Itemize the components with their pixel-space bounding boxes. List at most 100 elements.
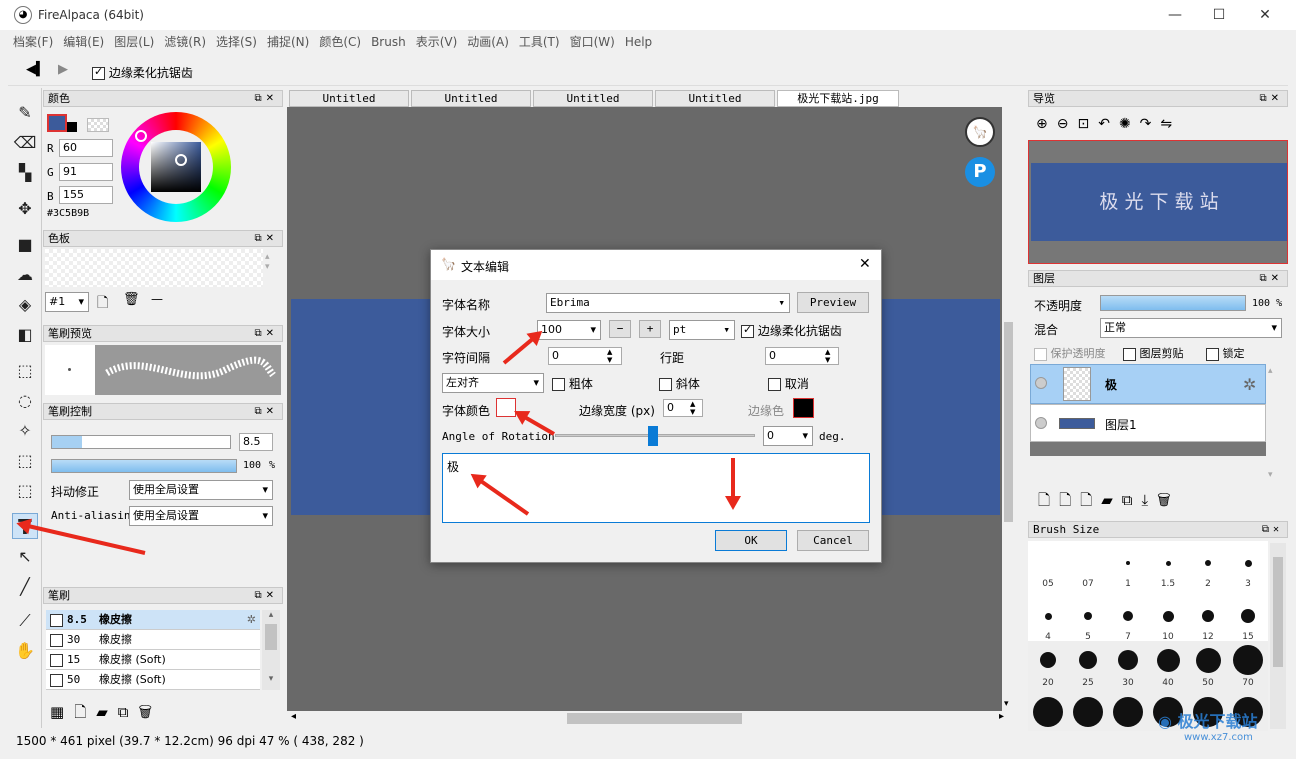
brush-size-dot[interactable] bbox=[1033, 697, 1063, 727]
tab-untitled-1[interactable]: Untitled bbox=[289, 90, 409, 107]
brush-size-dot[interactable] bbox=[1202, 610, 1214, 622]
reset-rotation-icon[interactable]: ✺ bbox=[1119, 116, 1140, 132]
color-wheel[interactable] bbox=[121, 112, 231, 222]
layer-folder-icon[interactable]: ▰ bbox=[1101, 491, 1122, 509]
new-8bit-layer-icon[interactable]: 🗋 bbox=[1059, 491, 1080, 509]
minimize-button[interactable]: — bbox=[1152, 0, 1198, 30]
size-decrease-button[interactable]: − bbox=[609, 320, 631, 338]
palette-set-select[interactable]: #1 bbox=[45, 292, 89, 312]
gradient-tool-icon[interactable]: ◧ bbox=[12, 322, 38, 348]
visibility-icon[interactable] bbox=[1035, 377, 1047, 389]
tab-untitled-3[interactable]: Untitled bbox=[533, 90, 653, 107]
ok-button[interactable]: OK bbox=[715, 530, 787, 551]
magic-wand-icon[interactable]: ✧ bbox=[12, 418, 38, 444]
brush-size-dot[interactable] bbox=[1156, 648, 1180, 672]
border-width-spinner[interactable]: ▲ ▼ bbox=[690, 400, 695, 416]
brush-size-dot[interactable] bbox=[1195, 647, 1221, 673]
dialog-antialias-toggle[interactable]: 边缘柔化抗锯齿 bbox=[741, 322, 842, 339]
dialog-close-icon[interactable]: ✕ bbox=[859, 256, 871, 272]
bucket-tool-icon[interactable]: ◈ bbox=[12, 292, 38, 318]
menu-view[interactable]: 表示(V) bbox=[411, 30, 463, 54]
menu-file[interactable]: 档案(F) bbox=[8, 30, 58, 54]
brush-size-dot[interactable] bbox=[1244, 559, 1252, 567]
gear-icon[interactable]: ✲ bbox=[247, 610, 256, 629]
brush-size-dot[interactable] bbox=[1118, 650, 1138, 670]
fit-icon[interactable]: ⊡ bbox=[1077, 116, 1098, 132]
brush-item[interactable]: 15 橡皮擦 (Soft) bbox=[46, 650, 260, 670]
menu-edit[interactable]: 编辑(E) bbox=[58, 30, 109, 54]
delete-brush-icon[interactable]: 🗑 bbox=[139, 703, 163, 721]
protect-alpha-toggle[interactable]: 保护透明度 bbox=[1034, 345, 1106, 361]
merge-down-icon[interactable]: ⤓ bbox=[1141, 491, 1157, 509]
rotation-slider-thumb[interactable] bbox=[648, 426, 658, 446]
brush-size-dot[interactable] bbox=[1084, 612, 1092, 620]
menu-animation[interactable]: 动画(A) bbox=[462, 30, 514, 54]
menu-help[interactable]: Help bbox=[620, 30, 657, 54]
size-unit-select[interactable]: pt bbox=[669, 320, 735, 340]
hand-tool-icon[interactable]: ✋ bbox=[12, 638, 38, 664]
brush-size-slider[interactable] bbox=[51, 435, 231, 449]
gear-icon[interactable]: ✲ bbox=[1243, 375, 1256, 394]
new-1bit-layer-icon[interactable]: 🗋 bbox=[1080, 491, 1101, 509]
menu-color[interactable]: 颜色(C) bbox=[314, 30, 366, 54]
brush-size-dot[interactable] bbox=[1123, 611, 1133, 621]
g-input[interactable]: 91 bbox=[59, 163, 113, 181]
menu-window[interactable]: 窗口(W) bbox=[565, 30, 620, 54]
antialias-toggle[interactable]: 边缘柔化抗锯齿 bbox=[92, 64, 193, 81]
brush-size-input[interactable]: 8.5 bbox=[239, 433, 273, 451]
dot-tool-icon[interactable]: ▚ bbox=[12, 160, 38, 186]
size-increase-button[interactable]: + bbox=[639, 320, 661, 338]
menu-brush[interactable]: Brush bbox=[366, 30, 411, 54]
align-select[interactable]: 左对齐 bbox=[442, 373, 544, 393]
navigator-preview[interactable]: 极 光 下 载 站 bbox=[1028, 140, 1288, 264]
tab-active-image[interactable]: 极光下载站.jpg bbox=[777, 90, 899, 107]
lasso-select-icon[interactable]: ◌ bbox=[12, 388, 38, 414]
brush-opacity-slider[interactable] bbox=[51, 459, 237, 473]
zoom-in-icon[interactable]: ⊕ bbox=[1036, 116, 1057, 132]
flip-icon[interactable]: ⇋ bbox=[1160, 116, 1181, 132]
eraser-tool-icon[interactable]: ⌫ bbox=[12, 130, 38, 156]
rect-fill-icon[interactable]: ■ bbox=[12, 232, 38, 258]
menu-filter[interactable]: 滤镜(R) bbox=[159, 30, 211, 54]
operation-tool-icon[interactable]: ↖ bbox=[12, 544, 38, 570]
b-input[interactable]: 155 bbox=[59, 186, 113, 204]
preview-button[interactable]: Preview bbox=[797, 292, 869, 313]
clipping-toggle[interactable]: 图层剪贴 bbox=[1123, 345, 1184, 361]
italic-toggle[interactable]: 斜体 bbox=[659, 375, 700, 392]
brush-size-dot[interactable] bbox=[1205, 560, 1211, 566]
brush-size-dot[interactable] bbox=[1079, 651, 1097, 669]
zoom-out-icon[interactable]: ⊖ bbox=[1057, 116, 1078, 132]
copy-brush-icon[interactable]: ⧉ bbox=[118, 703, 139, 721]
font-select[interactable]: Ebrima bbox=[546, 293, 790, 313]
line-spacing-spinner[interactable]: ▲ ▼ bbox=[825, 348, 830, 364]
brush-item[interactable]: 30 橡皮擦 bbox=[46, 630, 260, 650]
canvas-hscroll[interactable]: ◂ ▸ bbox=[287, 711, 1015, 726]
brush-size-dot[interactable] bbox=[1086, 561, 1090, 565]
next-frame-icon[interactable]: ▶ bbox=[58, 62, 68, 77]
rotate-left-icon[interactable]: ↶ bbox=[1098, 116, 1119, 132]
brush-item[interactable]: 50 橡皮擦 (Soft) bbox=[46, 670, 260, 690]
tab-untitled-4[interactable]: Untitled bbox=[655, 90, 775, 107]
transparent-swatch[interactable] bbox=[87, 118, 109, 132]
brush-size-dot[interactable] bbox=[1046, 561, 1050, 565]
border-color-swatch[interactable] bbox=[793, 398, 814, 418]
menu-layer[interactable]: 图层(L) bbox=[109, 30, 159, 54]
rotate-right-icon[interactable]: ↷ bbox=[1140, 116, 1161, 132]
text-input-area[interactable]: 极 bbox=[442, 453, 870, 523]
brush-size-dot[interactable] bbox=[1162, 610, 1174, 622]
border-width-input[interactable]: 0 bbox=[663, 399, 703, 417]
r-input[interactable]: 60 bbox=[59, 139, 113, 157]
lasso-fill-icon[interactable]: ☁ bbox=[12, 262, 38, 288]
menu-select[interactable]: 选择(S) bbox=[211, 30, 262, 54]
select-pen-icon[interactable]: ⬚ bbox=[12, 448, 38, 474]
brush-grid-icon[interactable]: ▦ bbox=[50, 703, 74, 721]
brush-size-dot[interactable] bbox=[1044, 612, 1052, 620]
visibility-icon[interactable] bbox=[1035, 417, 1047, 429]
cancel-style-toggle[interactable]: 取消 bbox=[768, 375, 809, 392]
menu-snap[interactable]: 捕捉(N) bbox=[262, 30, 314, 54]
folder-icon[interactable]: ▰ bbox=[96, 703, 118, 721]
delete-palette-icon[interactable]: 🗑 bbox=[123, 292, 140, 307]
brush-size-dot[interactable] bbox=[1241, 609, 1255, 623]
maximize-button[interactable]: ☐ bbox=[1196, 0, 1242, 30]
rotation-select[interactable]: 0 bbox=[763, 426, 813, 446]
